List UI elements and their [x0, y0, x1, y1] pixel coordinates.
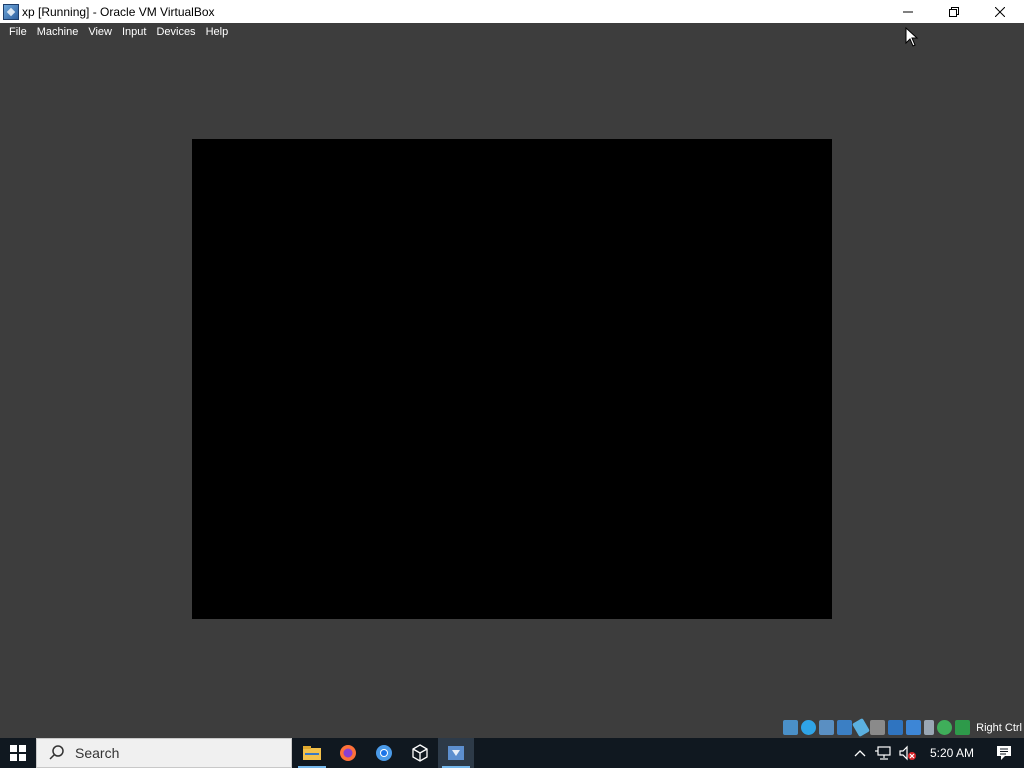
taskbar-chrome[interactable]	[366, 738, 402, 768]
windows-logo-icon	[10, 745, 26, 761]
virtualbox-window: xp [Running] - Oracle VM VirtualBox File…	[0, 0, 1024, 738]
menu-machine[interactable]: Machine	[32, 23, 84, 42]
menu-file[interactable]: File	[4, 23, 32, 42]
taskbar-search-box[interactable]: Search	[36, 738, 292, 768]
display-icon[interactable]	[888, 720, 904, 735]
volume-muted-icon	[899, 745, 916, 761]
virtualbox-manager-icon	[412, 744, 428, 762]
restore-icon	[949, 6, 959, 17]
menu-devices[interactable]: Devices	[151, 23, 200, 42]
taskbar-virtualbox-vm[interactable]	[438, 738, 474, 768]
restore-button[interactable]	[931, 0, 977, 23]
mouse-integration-icon[interactable]	[937, 720, 953, 735]
file-explorer-icon	[303, 746, 321, 760]
close-button[interactable]	[977, 0, 1023, 23]
menu-view[interactable]: View	[83, 23, 117, 42]
search-icon	[49, 745, 64, 760]
title-bar[interactable]: xp [Running] - Oracle VM VirtualBox	[0, 0, 1024, 23]
menu-bar: File Machine View Input Devices Help	[0, 23, 1024, 42]
volume-tray-button[interactable]	[896, 738, 920, 768]
mouse-cursor-icon	[905, 27, 919, 47]
notification-icon	[997, 746, 1011, 760]
cpu-icon[interactable]	[924, 720, 935, 735]
network-icon[interactable]	[837, 720, 853, 735]
vm-screen[interactable]	[192, 139, 832, 619]
system-tray: 5:20 AM	[848, 738, 1024, 768]
chevron-up-icon	[854, 750, 866, 757]
minimize-button[interactable]	[885, 0, 931, 23]
host-key-label[interactable]: Right Ctrl	[976, 722, 1022, 734]
recording-icon[interactable]	[906, 720, 922, 735]
vm-status-bar: Right Ctrl	[783, 718, 1024, 737]
taskbar-file-explorer[interactable]	[294, 738, 330, 768]
action-center-button[interactable]	[984, 738, 1024, 768]
menu-input[interactable]: Input	[117, 23, 151, 42]
taskbar-virtualbox-manager[interactable]	[402, 738, 438, 768]
minimize-icon	[903, 11, 913, 12]
show-hidden-icons-button[interactable]	[848, 738, 872, 768]
firefox-icon	[340, 745, 356, 761]
network-tray-button[interactable]	[872, 738, 896, 768]
keyboard-icon[interactable]	[955, 720, 971, 735]
shared-folders-icon[interactable]	[870, 720, 886, 735]
audio-icon[interactable]	[819, 720, 835, 735]
optical-drive-icon[interactable]	[801, 720, 817, 735]
taskbar-firefox[interactable]	[330, 738, 366, 768]
virtualbox-vm-icon	[448, 746, 464, 760]
network-disconnected-icon	[874, 746, 891, 760]
usb-icon[interactable]	[852, 718, 871, 737]
close-icon	[995, 6, 1005, 17]
search-placeholder: Search	[75, 745, 120, 761]
chrome-icon	[376, 745, 392, 761]
window-title: xp [Running] - Oracle VM VirtualBox	[22, 4, 215, 19]
hard-disk-icon[interactable]	[783, 720, 799, 735]
taskbar: Search 5:20 AM	[0, 738, 1024, 768]
menu-help[interactable]: Help	[201, 23, 234, 42]
virtualbox-app-icon[interactable]	[3, 3, 19, 20]
start-button[interactable]	[0, 738, 36, 768]
taskbar-clock[interactable]: 5:20 AM	[920, 746, 984, 760]
